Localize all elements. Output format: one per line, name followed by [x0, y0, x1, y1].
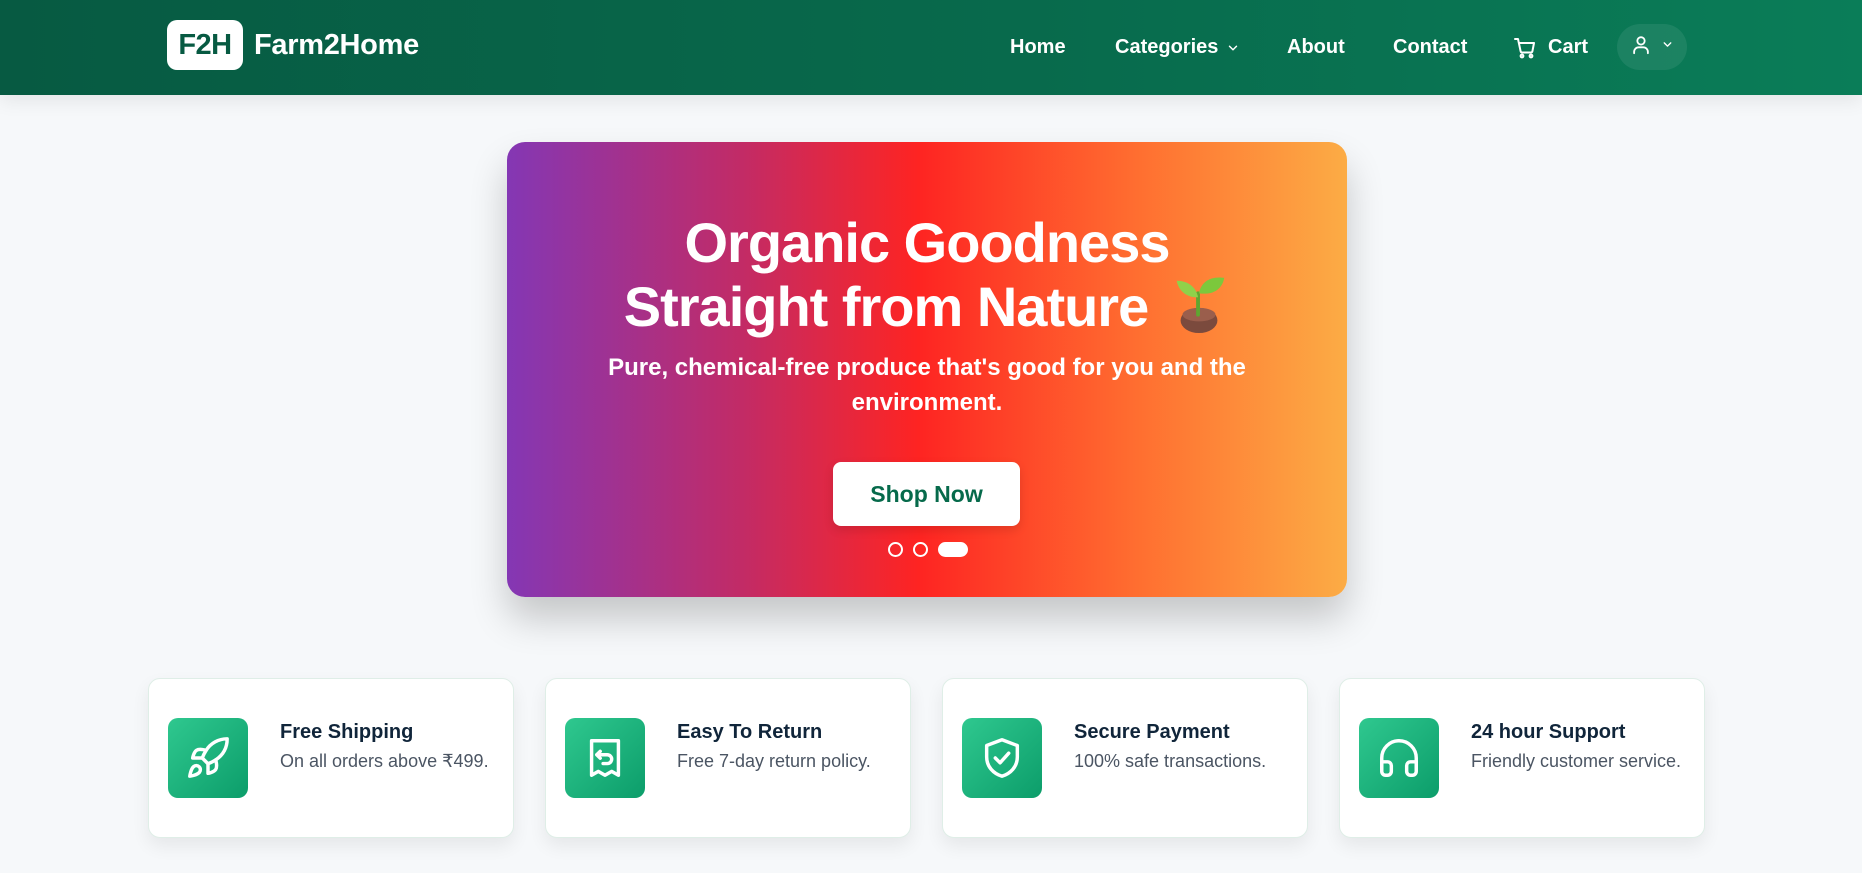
hero-title-line-1: Organic Goodness — [684, 211, 1171, 274]
shopping-cart-icon — [1513, 36, 1537, 60]
feature-card-easy-return: Easy To Return Free 7-day return policy. — [545, 678, 911, 838]
hero-title: Organic Goodness Straight from Nature — [507, 214, 1347, 344]
carousel-indicators — [888, 541, 968, 557]
seedling-icon — [1168, 272, 1230, 344]
nav-cart-label: Cart — [1548, 36, 1589, 58]
feature-description: Friendly customer service. — [1471, 751, 1682, 771]
feature-card-secure-payment: Secure Payment 100% safe transactions. — [942, 678, 1308, 838]
hero-title-line-2: Straight from Nature — [623, 275, 1149, 338]
carousel-dot-1[interactable] — [888, 541, 903, 557]
headphones-icon — [1359, 718, 1439, 798]
feature-description: Free 7-day return policy. — [677, 751, 871, 771]
nav-categories-label: Categories — [1115, 36, 1219, 58]
feature-title: Free Shipping — [280, 721, 414, 743]
nav-link-home[interactable]: Home — [1010, 0, 1066, 95]
feature-title: Easy To Return — [677, 721, 823, 743]
feature-card-support: 24 hour Support Friendly customer servic… — [1339, 678, 1705, 838]
feature-description: On all orders above ₹499. — [280, 751, 489, 771]
shop-now-button[interactable]: Shop Now — [833, 462, 1020, 526]
feature-title: Secure Payment — [1074, 721, 1230, 743]
brand-name: Farm2Home — [254, 28, 419, 61]
user-menu-button[interactable] — [1617, 24, 1687, 70]
carousel-dot-2[interactable] — [913, 541, 928, 557]
rocket-icon — [168, 718, 248, 798]
chevron-down-icon — [1226, 41, 1240, 55]
nav-link-about[interactable]: About — [1287, 0, 1345, 95]
nav-link-categories[interactable]: Categories — [1115, 0, 1240, 95]
hero-subtitle: Pure, chemical-free produce that's good … — [608, 354, 1246, 416]
feature-card-free-shipping: Free Shipping On all orders above ₹499. — [148, 678, 514, 838]
brand-logo: F2H — [167, 20, 243, 70]
carousel-dot-3[interactable] — [938, 541, 968, 557]
nav-link-contact[interactable]: Contact — [1393, 0, 1467, 95]
navbar: F2H Farm2Home Home Categories About Cont… — [0, 0, 1862, 95]
brand-home-link[interactable]: F2H Farm2Home — [167, 20, 419, 70]
nav-link-cart[interactable]: Cart — [1513, 0, 1588, 95]
hero-banner: Organic Goodness Straight from Nature Pu… — [507, 142, 1347, 597]
feature-description: 100% safe transactions. — [1074, 751, 1267, 771]
shield-check-icon — [962, 718, 1042, 798]
chevron-down-icon — [1661, 38, 1674, 56]
feature-title: 24 hour Support — [1471, 721, 1626, 743]
user-icon — [1630, 34, 1652, 61]
return-receipt-icon — [565, 718, 645, 798]
